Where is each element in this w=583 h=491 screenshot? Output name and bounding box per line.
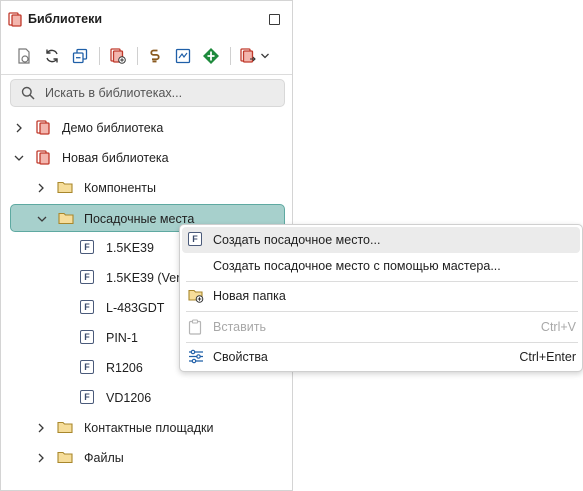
menu-new-folder[interactable]: Новая папка — [182, 283, 580, 309]
toolbar — [1, 37, 292, 75]
menu-separator — [186, 311, 578, 312]
folder-icon — [57, 180, 73, 197]
menu-shortcut: Ctrl+Enter — [519, 350, 576, 364]
menu-separator — [186, 281, 578, 282]
toolbar-separator — [99, 47, 100, 65]
toolbar-separator — [230, 47, 231, 65]
chevron-right-icon[interactable] — [13, 122, 25, 134]
add-library-icon[interactable] — [109, 47, 127, 65]
chevron-down-icon[interactable] — [13, 152, 25, 164]
schematic-icon[interactable] — [174, 47, 192, 65]
pin-icon[interactable] — [202, 47, 220, 65]
library-icon — [36, 120, 50, 138]
tree-item-label: Файлы — [84, 451, 124, 465]
search-box[interactable] — [10, 79, 285, 107]
menu-item-label: Создать посадочное место... — [213, 233, 381, 247]
clipboard-icon — [188, 319, 202, 338]
context-menu: F Создать посадочное место... Создать по… — [179, 224, 583, 372]
chevron-right-icon[interactable] — [35, 182, 47, 194]
menu-item-label: Вставить — [213, 320, 266, 334]
tree-item-label: PIN-1 — [106, 331, 138, 345]
footprint-icon: F — [80, 390, 94, 404]
footprint-icon: F — [188, 232, 202, 246]
tree-item-footprint[interactable]: F VD1206 — [1, 384, 292, 412]
link-icon[interactable] — [146, 47, 164, 65]
folder-icon — [57, 450, 73, 467]
library-icon — [8, 12, 22, 30]
menu-properties[interactable]: Свойства Ctrl+Enter — [182, 344, 580, 370]
menu-item-label: Новая папка — [213, 289, 286, 303]
footprint-icon: F — [80, 330, 94, 344]
footprint-icon: F — [80, 300, 94, 314]
sliders-icon — [188, 349, 204, 367]
maximize-icon[interactable] — [269, 14, 280, 25]
menu-paste[interactable]: Вставить Ctrl+V — [182, 314, 580, 340]
tree-item-label: L-483GDT — [106, 301, 165, 315]
footprint-icon: F — [80, 240, 94, 254]
tree-item-label: Компоненты — [84, 181, 157, 195]
library-icon — [36, 150, 50, 168]
tree-item-label: VD1206 — [106, 391, 152, 405]
new-library-icon[interactable] — [15, 47, 33, 65]
menu-item-label: Свойства — [213, 350, 268, 364]
collapse-all-icon[interactable] — [71, 47, 89, 65]
refresh-icon[interactable] — [43, 47, 61, 65]
tree-item-pads[interactable]: Контактные площадки — [1, 414, 292, 442]
chevron-down-icon[interactable] — [259, 47, 271, 65]
footprint-icon: F — [80, 360, 94, 374]
tree-item-label: Контактные площадки — [84, 421, 214, 435]
toolbar-separator — [137, 47, 138, 65]
tree-item-label: 1.5KE39 (Ver — [106, 271, 181, 285]
search-icon — [21, 86, 35, 103]
panel-header: Библиотеки — [1, 1, 292, 37]
tree-item-label: Демо библиотека — [62, 121, 164, 135]
export-icon[interactable] — [239, 47, 257, 65]
folder-icon — [58, 211, 74, 228]
chevron-down-icon[interactable] — [36, 213, 48, 225]
tree-item-components[interactable]: Компоненты — [1, 174, 292, 202]
tree-item-files[interactable]: Файлы — [1, 444, 292, 472]
new-folder-icon — [188, 288, 204, 306]
tree-item-new-library[interactable]: Новая библиотека — [1, 144, 292, 172]
folder-icon — [57, 420, 73, 437]
menu-create-footprint[interactable]: F Создать посадочное место... — [182, 227, 580, 253]
tree-item-label: 1.5KE39 — [106, 241, 154, 255]
menu-separator — [186, 342, 578, 343]
chevron-right-icon[interactable] — [35, 422, 47, 434]
menu-create-footprint-wizard[interactable]: Создать посадочное место с помощью масте… — [182, 253, 580, 279]
tree-item-demo-library[interactable]: Демо библиотека — [1, 114, 292, 142]
tree-item-label: Новая библиотека — [62, 151, 169, 165]
footprint-icon: F — [80, 270, 94, 284]
menu-item-label: Создать посадочное место с помощью масте… — [213, 259, 501, 273]
panel-title: Библиотеки — [28, 12, 103, 26]
tree-item-label: R1206 — [106, 361, 143, 375]
search-input[interactable] — [45, 84, 275, 102]
menu-shortcut: Ctrl+V — [540, 320, 576, 334]
chevron-right-icon[interactable] — [35, 452, 47, 464]
tree-item-label: Посадочные места — [84, 212, 195, 226]
